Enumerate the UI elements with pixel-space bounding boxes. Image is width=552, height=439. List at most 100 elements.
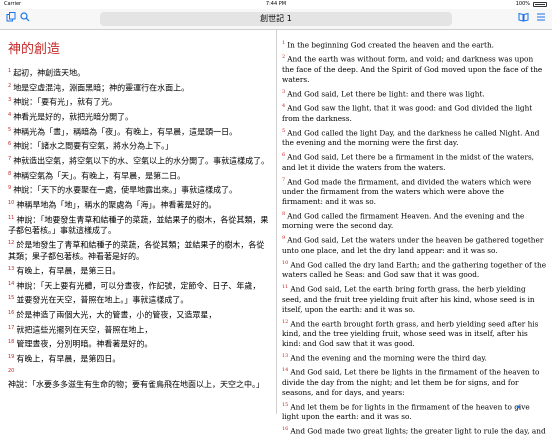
chinese-pane[interactable]: 神的創造 1 起初，神創造天地。 2 地是空虛混沌，淵面黑暗；神的靈運行在水面上。 3 神… bbox=[0, 30, 275, 414]
verse-number: 7 bbox=[282, 176, 286, 183]
copy-icon[interactable] bbox=[4, 12, 18, 26]
verse-text: 並要發光在天空，普照在地上。」事就這樣成了。 bbox=[16, 295, 189, 305]
verse[interactable]: 13 And the evening and the morning were t… bbox=[282, 351, 547, 363]
verse-number: 14 bbox=[282, 367, 289, 374]
clock-label: 7:44 PM bbox=[265, 1, 287, 7]
verse[interactable]: 11 神說：「地要發生青草和結種子的菜蔬，並結果子的樹木，各從其類，果子都包著核。… bbox=[8, 213, 270, 237]
verse[interactable]: 2 And the earth was without form, and voi… bbox=[282, 52, 547, 84]
verse[interactable]: 6 And God said, Let there be a firmament … bbox=[282, 150, 547, 172]
english-verse-list: 1 In the beginning God created the heaven… bbox=[282, 38, 547, 439]
verse-number: 13 bbox=[282, 353, 289, 360]
verse-text: 就把這些光擺列在天空，普照在地上， bbox=[16, 325, 153, 335]
verse-text: 管理晝夜，分別明暗。神看著是好的。 bbox=[16, 339, 153, 349]
verse-number: 20 bbox=[8, 368, 15, 375]
verse[interactable]: 1 起初，神創造天地。 bbox=[8, 66, 270, 79]
verse-text: 神說：「天下的水要聚在一處，使旱地露出來。」事就這樣成了。 bbox=[13, 185, 238, 195]
verse[interactable]: 4 神看光是好的，就把光暗分開了。 bbox=[8, 110, 270, 123]
chinese-verse-list: 1 起初，神創造天地。 2 地是空虛混沌，淵面黑暗；神的靈運行在水面上。 3 神說：「要有… bbox=[8, 66, 270, 392]
verse-number: 1 bbox=[8, 68, 12, 74]
verse-number: 4 bbox=[8, 111, 12, 118]
section-title: 神的創造 bbox=[8, 42, 61, 57]
book-icon[interactable] bbox=[516, 12, 530, 26]
verse-text: 神說：「諸水之間要有空氣，將水分為上下。」 bbox=[13, 141, 174, 151]
verse-number: 10 bbox=[8, 199, 15, 206]
verse-number: 6 bbox=[8, 141, 12, 148]
verse-number: 19 bbox=[8, 353, 15, 360]
verse-text: 神看光是好的，就把光暗分開了。 bbox=[13, 112, 134, 122]
verse-number: 16 bbox=[8, 309, 15, 316]
verse[interactable]: 13 有晚上，有早晨，是第三日。 bbox=[8, 264, 270, 277]
verse-number: 9 bbox=[282, 235, 286, 242]
verse[interactable]: 15 And let them be for lights in the firm… bbox=[282, 400, 547, 422]
verse[interactable]: 9 And God said, Let the waters under the … bbox=[282, 233, 547, 255]
verse-number: 9 bbox=[8, 185, 12, 192]
verse[interactable]: 4 And God saw the light, that it was good… bbox=[282, 101, 547, 123]
verse-text: 神說：「天上要有光體，可以分晝夜，作記號，定節令、日子、年歲， bbox=[16, 281, 261, 291]
verse-number: 17 bbox=[8, 324, 15, 331]
verse[interactable]: 15 並要發光在天空，普照在地上。」事就這樣成了。 bbox=[8, 293, 270, 306]
verse[interactable]: 7 神就造出空氣，將空氣以下的水、空氣以上的水分開了。事就這樣成了。 bbox=[8, 154, 270, 167]
verse[interactable]: 8 And God called the firmament Heaven. An… bbox=[282, 209, 547, 231]
verse-number: 15 bbox=[8, 295, 15, 302]
verse-number: 6 bbox=[282, 152, 286, 159]
search-icon[interactable] bbox=[18, 12, 32, 26]
verse[interactable]: 14 神說：「天上要有光體，可以分晝夜，作記號，定節令、日子、年歲， bbox=[8, 279, 270, 292]
verse[interactable]: 5 And God called the light Day, and the d… bbox=[282, 126, 547, 148]
verse[interactable]: 20 神說：「水要多多滋生有生命的物；要有雀鳥飛在地面以上，天空之中。」 bbox=[8, 366, 270, 390]
verse[interactable]: 8 神稱空氣為「天」。有晚上，有早晨，是第二日。 bbox=[8, 169, 270, 182]
verse-number: 4 bbox=[282, 103, 286, 110]
verse-text: And God said, Let the waters under the h… bbox=[282, 235, 544, 255]
verse[interactable]: 16 於是神造了兩個大光，大的管晝，小的管夜，又造眾星， bbox=[8, 308, 270, 321]
verse[interactable]: 7 And God made the firmament, and divided… bbox=[282, 175, 547, 207]
verse[interactable]: 5 神稱光為「晝」，稱暗為「夜」。有晚上，有早晨，這是頭一日。 bbox=[8, 125, 270, 138]
navigation-bar: 創世記 1 bbox=[0, 9, 552, 30]
verse-text: 於是地發生了青草和結種子的菜蔬，各從其類；並結果子的樹木，各從其類；果子都包著核… bbox=[8, 240, 265, 261]
verse-text: And the evening and the morning were the… bbox=[290, 353, 487, 363]
verse-number: 10 bbox=[282, 259, 289, 266]
verse[interactable]: 1 In the beginning God created the heaven… bbox=[282, 38, 547, 50]
scroll-indicator-icon bbox=[515, 404, 521, 410]
verse-text: In the beginning God created the heaven … bbox=[287, 40, 494, 50]
verse-number: 5 bbox=[8, 126, 12, 133]
english-pane[interactable]: 1 In the beginning God created the heaven… bbox=[277, 30, 552, 436]
verse[interactable]: 12 於是地發生了青草和結種子的菜蔬，各從其類；並結果子的樹木，各從其類；果子都包… bbox=[8, 238, 270, 262]
verse[interactable]: 19 有晚上，有早晨，是第四日。 bbox=[8, 352, 270, 365]
verse-text: 地是空虛混沌，淵面黑暗；神的靈運行在水面上。 bbox=[13, 83, 190, 93]
verse[interactable]: 9 神說：「天下的水要聚在一處，使旱地露出來。」事就這樣成了。 bbox=[8, 183, 270, 196]
verse[interactable]: 10 And God called the dry land Earth; and… bbox=[282, 258, 547, 280]
verse[interactable]: 11 And God said, Let the earth bring fort… bbox=[282, 282, 547, 314]
list-menu-icon[interactable] bbox=[534, 12, 548, 26]
verse-text: And the earth brought forth grass, and h… bbox=[282, 319, 539, 349]
verse-text: 神說：「水要多多滋生有生命的物；要有雀鳥飛在地面以上，天空之中。」 bbox=[8, 380, 264, 390]
verse[interactable]: 6 神說：「諸水之間要有空氣，將水分為上下。」 bbox=[8, 139, 270, 152]
chapter-title-button[interactable]: 創世記 1 bbox=[100, 12, 452, 26]
verse[interactable]: 3 And God said, Let there be light: and t… bbox=[282, 87, 547, 99]
verse-number: 14 bbox=[8, 280, 15, 287]
verse-text: And God made two great lights; the great… bbox=[290, 426, 546, 436]
verse[interactable]: 3 神說：「要有光」，就有了光。 bbox=[8, 95, 270, 108]
reader-content[interactable]: 神的創造 1 起初，神創造天地。 2 地是空虛混沌，淵面黑暗；神的靈運行在水面上。 3 神… bbox=[0, 30, 552, 436]
verse-text: 有晚上，有早晨，是第四日。 bbox=[16, 354, 121, 364]
verse-text: 神稱空氣為「天」。有晚上，有早晨，是第二日。 bbox=[13, 171, 186, 181]
verse-text: And God made the firmament, and divided … bbox=[282, 176, 532, 206]
verse-text: 神稱光為「晝」，稱暗為「夜」。有晚上，有早晨，這是頭一日。 bbox=[13, 127, 238, 137]
verse-number: 11 bbox=[282, 284, 289, 291]
status-bar: Carrier 7:44 PM 100% bbox=[0, 0, 552, 9]
verse-text: And God said, Let there be lights in the… bbox=[282, 367, 540, 397]
verse-number: 12 bbox=[282, 318, 289, 325]
verse-text: 神說：「要有光」，就有了光。 bbox=[13, 97, 118, 107]
verse-text: And God called the dry land Earth; and t… bbox=[282, 260, 547, 280]
verse[interactable]: 2 地是空虛混沌，淵面黑暗；神的靈運行在水面上。 bbox=[8, 81, 270, 94]
verse-text: 有晚上，有早晨，是第三日。 bbox=[16, 266, 121, 276]
verse-text: And let them be for lights in the firmam… bbox=[282, 402, 530, 422]
verse[interactable]: 14 And God said, Let there be lights in t… bbox=[282, 365, 547, 397]
verse[interactable]: 17 就把這些光擺列在天空，普照在地上， bbox=[8, 323, 270, 336]
verse[interactable]: 18 管理晝夜，分別明暗。神看著是好的。 bbox=[8, 337, 270, 350]
verse-number: 1 bbox=[282, 40, 286, 46]
verse-text: And God called the firmament Heaven. And… bbox=[282, 211, 525, 231]
verse-text: 神就造出空氣，將空氣以下的水、空氣以上的水分開了。事就這樣成了。 bbox=[13, 156, 270, 166]
verse[interactable]: 10 神稱旱地為「地」，稱水的聚處為「海」。神看著是好的。 bbox=[8, 198, 270, 211]
verse[interactable]: 16 And God made two great lights; the gre… bbox=[282, 424, 547, 436]
verse-text: And God called the light Day, and the da… bbox=[282, 128, 540, 148]
verse[interactable]: 12 And the earth brought forth grass, and… bbox=[282, 317, 547, 349]
